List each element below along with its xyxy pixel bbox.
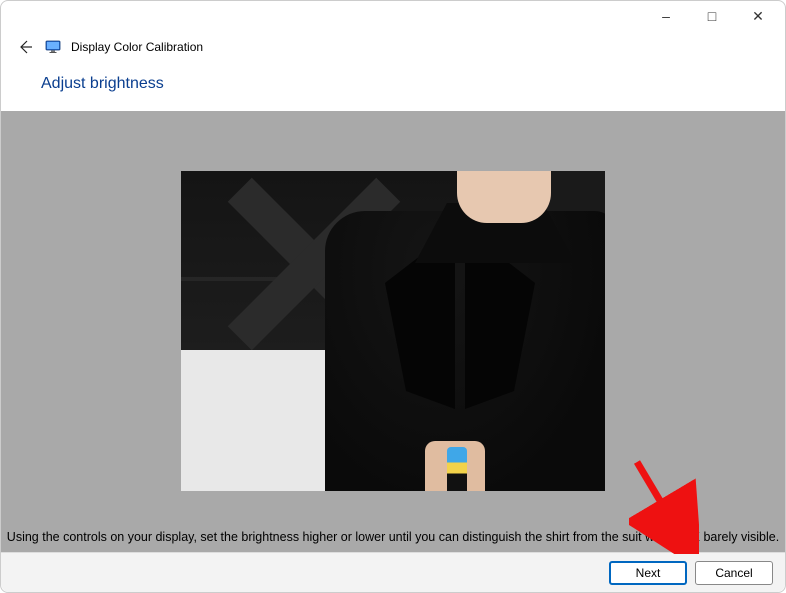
heading-row: Adjust brightness (1, 59, 785, 111)
close-button[interactable]: ✕ (735, 2, 781, 30)
page-title: Adjust brightness (41, 75, 745, 93)
back-arrow-icon (17, 39, 33, 55)
image-neck (457, 171, 551, 223)
next-button[interactable]: Next (609, 561, 687, 585)
monitor-icon (45, 39, 61, 55)
brightness-reference-image (181, 171, 605, 491)
image-cable (447, 447, 467, 491)
footer: Next Cancel (1, 552, 785, 592)
header: Display Color Calibration (1, 31, 785, 59)
maximize-button[interactable]: □ (689, 2, 735, 30)
titlebar: – □ ✕ (1, 1, 785, 31)
app-title: Display Color Calibration (71, 40, 203, 54)
minimize-button[interactable]: – (643, 2, 689, 30)
back-button[interactable] (15, 37, 35, 57)
image-figure (334, 171, 605, 491)
cancel-button[interactable]: Cancel (695, 561, 773, 585)
content-area: Using the controls on your display, set … (1, 111, 785, 552)
wizard-window: – □ ✕ Display Color Calibration Adjust b… (0, 0, 786, 593)
instruction-text: Using the controls on your display, set … (1, 529, 785, 546)
